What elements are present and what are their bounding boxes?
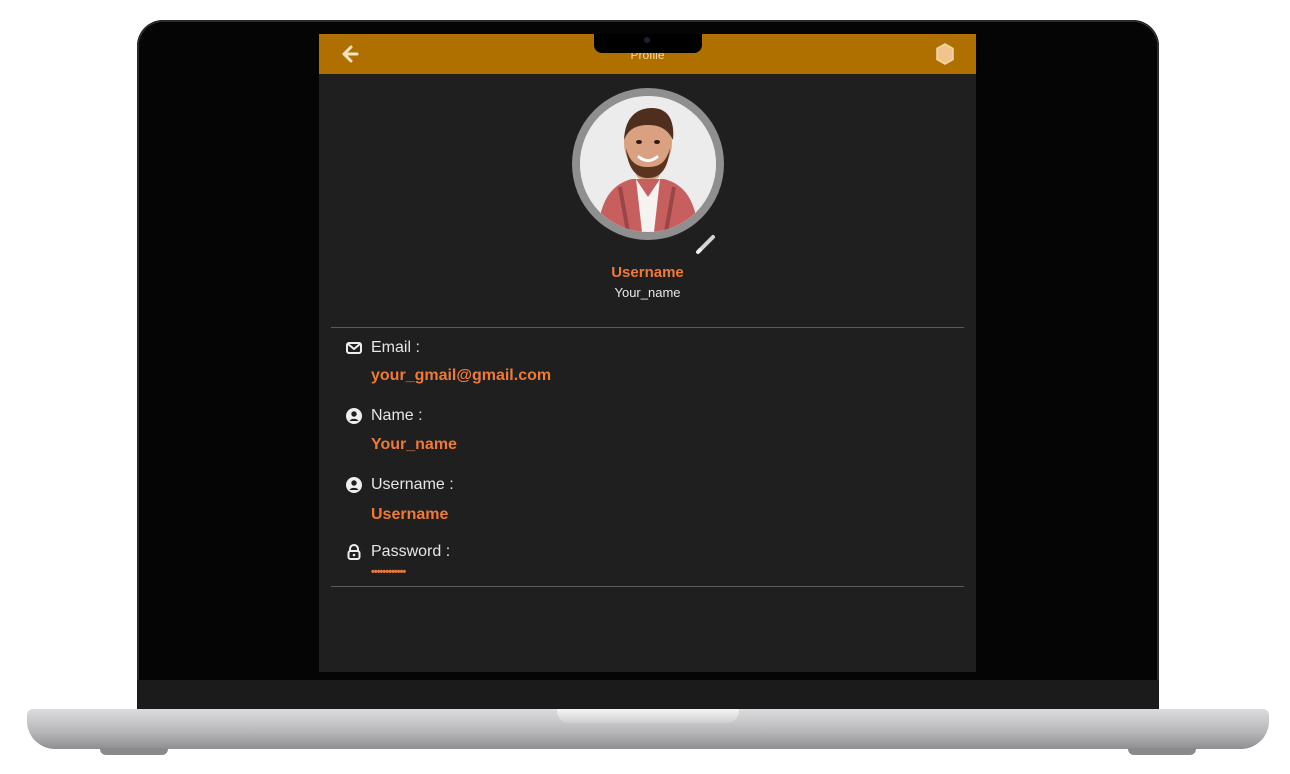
laptop-foot-right [1128, 748, 1196, 755]
name-label-row: Name : [345, 406, 423, 426]
username-label-row: Username : [345, 475, 454, 495]
top-divider [331, 327, 964, 328]
password-label: Password : [371, 543, 451, 560]
password-value: •••••••••••• [371, 566, 406, 578]
name-label: Name : [371, 407, 423, 424]
name-value: Your_name [371, 436, 457, 453]
email-label: Email : [371, 339, 420, 356]
profile-username-title: Username [611, 264, 684, 281]
laptop-mockup: Profile Username Your_name Email: your_… [0, 0, 1290, 774]
password-label-row: Password : [345, 542, 450, 562]
user-circle-icon [346, 408, 362, 424]
laptop-foot-left [100, 748, 168, 755]
hexagon-settings-icon [936, 43, 954, 65]
settings-button[interactable] [933, 42, 957, 66]
envelope-icon [346, 342, 362, 354]
username-label: Username : [371, 476, 454, 493]
laptop-base-notch [557, 709, 739, 723]
email-label-row: Email : [345, 338, 420, 358]
laptop-chin [137, 680, 1159, 712]
profile-username-subtitle: Your_name [614, 285, 681, 300]
avatar[interactable] [580, 96, 716, 232]
camera-notch [594, 34, 702, 53]
email-value: your_gmail@gmail.com [371, 367, 552, 384]
bottom-divider [331, 586, 964, 587]
profile-photo [580, 96, 716, 232]
edit-profile-button[interactable] [694, 232, 718, 256]
camera-dot [644, 37, 650, 43]
profile-screen: Profile Username Your_name Email: your_… [319, 34, 976, 672]
user-circle-icon [346, 477, 362, 493]
avatar-ring [572, 88, 724, 240]
lock-icon [347, 543, 361, 560]
username-value: Username [371, 506, 449, 523]
pencil-icon [696, 235, 715, 254]
